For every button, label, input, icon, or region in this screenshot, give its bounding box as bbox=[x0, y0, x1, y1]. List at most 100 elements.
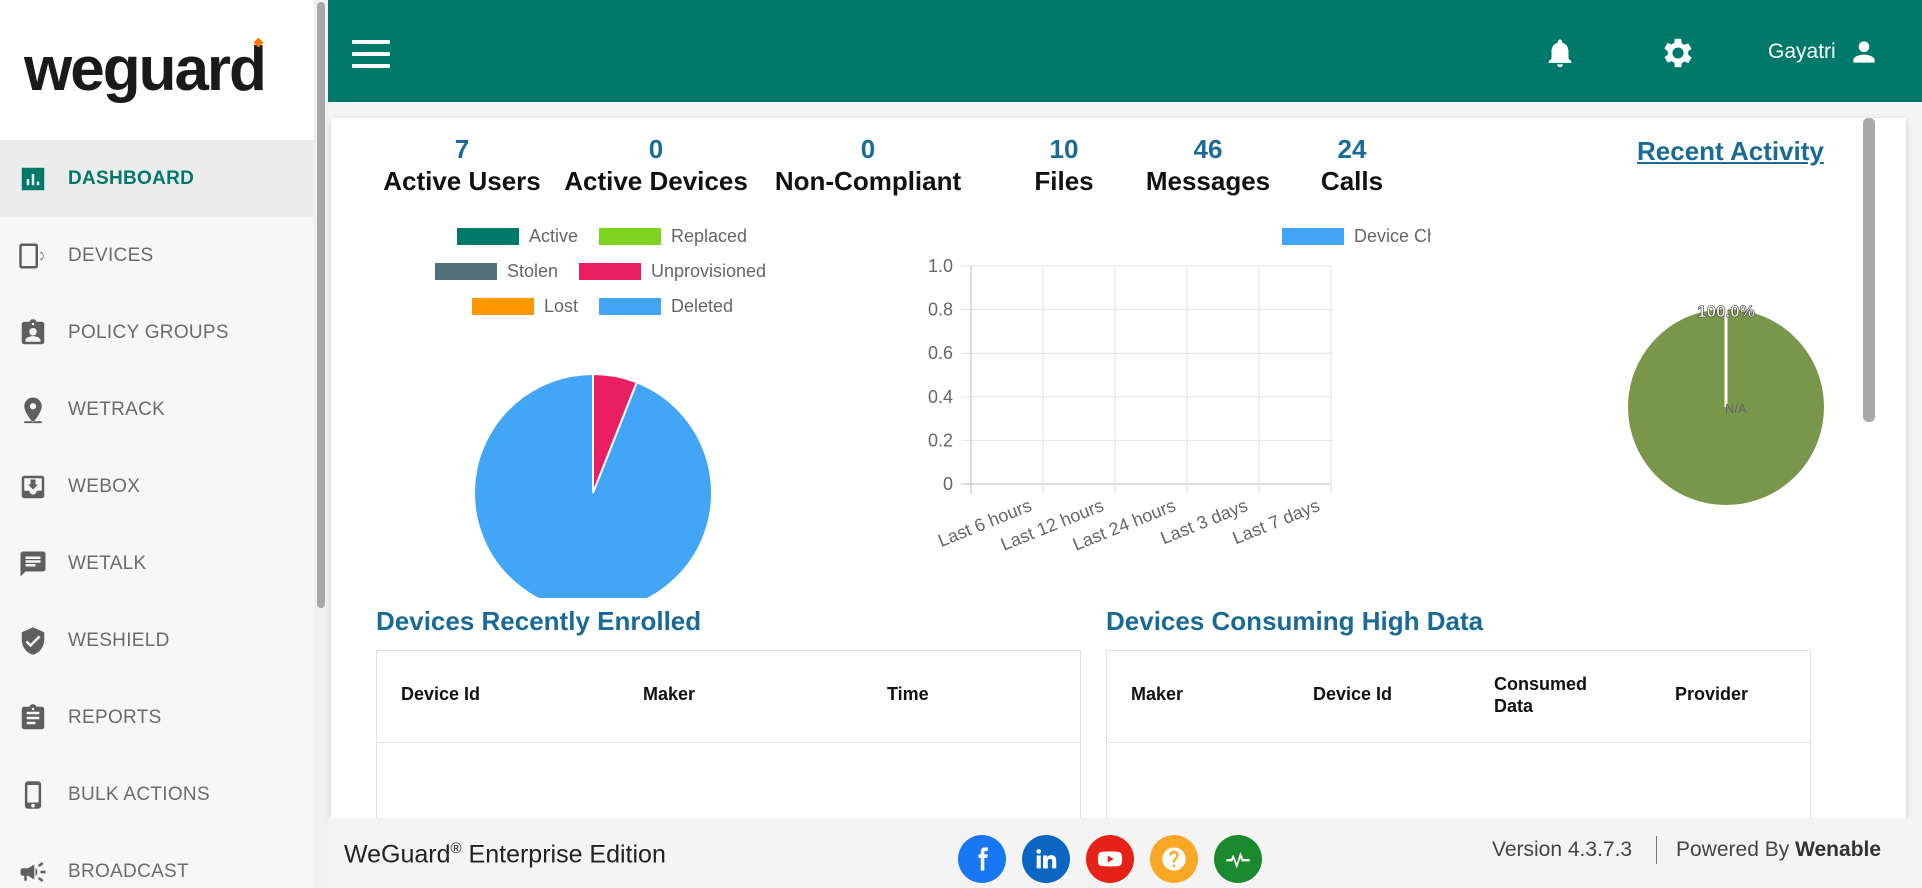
y-tick-label: 0.8 bbox=[928, 300, 953, 320]
pulse-icon[interactable] bbox=[1214, 835, 1262, 883]
help-icon[interactable] bbox=[1150, 835, 1198, 883]
column-header-consumed-data[interactable]: Consumed Data bbox=[1494, 673, 1614, 717]
legend-swatch-lost[interactable] bbox=[472, 298, 534, 315]
sidebar: weguard DASHBOARD DEVICES POLICY GROUPS bbox=[0, 0, 314, 888]
devices-consuming-high-data-table: Maker Device Id Consumed Data Provider bbox=[1106, 650, 1811, 818]
legend-swatch-checkins[interactable] bbox=[1282, 228, 1344, 245]
stat-label: Active Devices bbox=[564, 166, 748, 196]
sidebar-item-dashboard[interactable]: DASHBOARD bbox=[0, 140, 314, 217]
stat-value: 10 bbox=[1049, 134, 1079, 164]
sidebar-item-label: REPORTS bbox=[68, 706, 162, 728]
notifications-bell-icon[interactable] bbox=[1543, 36, 1577, 70]
legend-label-lost[interactable]: Lost bbox=[544, 296, 578, 316]
device-checkins-bar-chart: Device Checkins (In %) 1.00.80.60.40.20 … bbox=[928, 226, 1431, 555]
stat-active-users[interactable]: 7 Active Users bbox=[382, 136, 542, 197]
y-tick-label: 0.6 bbox=[928, 343, 953, 363]
stat-label: Active Users bbox=[383, 166, 541, 196]
version-text: Version 4.3.7.3 bbox=[1492, 838, 1633, 861]
sidebar-item-wetrack[interactable]: WETRACK bbox=[0, 371, 314, 448]
legend-swatch-active[interactable] bbox=[457, 228, 519, 245]
legend-label-deleted[interactable]: Deleted bbox=[671, 296, 733, 316]
legend-swatch-replaced[interactable] bbox=[599, 228, 661, 245]
user-avatar-icon bbox=[1848, 36, 1880, 68]
main-scroll-thumb[interactable] bbox=[1863, 118, 1875, 422]
stat-messages[interactable]: 46 Messages bbox=[1143, 136, 1273, 197]
sidebar-item-broadcast[interactable]: BROADCAST bbox=[0, 833, 314, 888]
sidebar-item-label: WESHIELD bbox=[68, 629, 170, 651]
device-status-pie-chart: Active Replaced Stolen Unprovisioned Los… bbox=[435, 226, 766, 598]
stat-active-devices[interactable]: 0 Active Devices bbox=[561, 136, 751, 197]
pie-legend: Active Replaced Stolen Unprovisioned Los… bbox=[435, 226, 766, 316]
stat-value: 7 bbox=[454, 134, 470, 164]
table-header-row: Device Id Maker Time bbox=[377, 651, 1080, 743]
sidebar-scroll-thumb[interactable] bbox=[317, 2, 325, 608]
legend-label-stolen[interactable]: Stolen bbox=[507, 261, 558, 281]
user-menu[interactable]: Gayatri bbox=[1768, 36, 1880, 68]
sidebar-item-label: BROADCAST bbox=[68, 860, 189, 882]
sidebar-item-wetalk[interactable]: WETALK bbox=[0, 525, 314, 602]
sidebar-nav: DASHBOARD DEVICES POLICY GROUPS WETRACK … bbox=[0, 140, 314, 888]
legend-label-replaced[interactable]: Replaced bbox=[671, 226, 747, 246]
column-header-provider[interactable]: Provider bbox=[1675, 683, 1748, 705]
megaphone-icon bbox=[18, 857, 48, 887]
legend-label-checkins[interactable]: Device Checkins (In %) bbox=[1354, 226, 1431, 246]
dashboard-icon bbox=[18, 164, 48, 194]
stat-files[interactable]: 10 Files bbox=[1014, 136, 1114, 197]
column-header-time[interactable]: Time bbox=[887, 683, 929, 705]
phone-icon bbox=[18, 780, 48, 810]
stat-label: Non-Compliant bbox=[774, 166, 962, 196]
sidebar-item-policy-groups[interactable]: POLICY GROUPS bbox=[0, 294, 314, 371]
user-name: Gayatri bbox=[1768, 40, 1836, 63]
stat-calls[interactable]: 24 Calls bbox=[1302, 136, 1402, 197]
weguard-logo[interactable]: weguard bbox=[24, 37, 267, 101]
legend-swatch-unprovisioned[interactable] bbox=[579, 263, 641, 280]
facebook-icon[interactable] bbox=[958, 835, 1006, 883]
legend-label-unprovisioned[interactable]: Unprovisioned bbox=[651, 261, 766, 281]
dashboard-card: 7 Active Users 0 Active Devices 0 Non-Co… bbox=[331, 118, 1906, 818]
devices-recently-enrolled-title: Devices Recently Enrolled bbox=[376, 606, 702, 636]
youtube-icon[interactable] bbox=[1086, 835, 1134, 883]
sidebar-item-webox[interactable]: WEBOX bbox=[0, 448, 314, 525]
pie-slices bbox=[473, 372, 713, 598]
stat-label: Files bbox=[1034, 166, 1094, 196]
devices-recently-enrolled-table: Device Id Maker Time bbox=[376, 650, 1081, 818]
legend-swatch-stolen[interactable] bbox=[435, 263, 497, 280]
legend-dot-na[interactable] bbox=[1705, 401, 1719, 415]
sidebar-item-label: WETRACK bbox=[68, 398, 166, 420]
linkedin-icon[interactable] bbox=[1022, 835, 1070, 883]
legend-label-na[interactable]: N/A bbox=[1725, 401, 1747, 416]
sidebar-item-reports[interactable]: REPORTS bbox=[0, 679, 314, 756]
location-pin-icon bbox=[18, 395, 48, 425]
recent-activity-pie-chart: 100.0% N/A bbox=[1626, 302, 1826, 507]
pie-slice-deleted[interactable] bbox=[473, 372, 713, 598]
stat-non-compliant[interactable]: 0 Non-Compliant bbox=[768, 136, 968, 197]
column-header-device-id[interactable]: Device Id bbox=[1313, 683, 1392, 705]
menu-toggle-button[interactable] bbox=[352, 40, 390, 68]
sidebar-item-weshield[interactable]: WESHIELD bbox=[0, 602, 314, 679]
shield-icon bbox=[18, 626, 48, 656]
sidebar-scrollbar[interactable] bbox=[314, 0, 328, 888]
footer: WeGuard® Enterprise Edition Version 4.3.… bbox=[328, 818, 1922, 888]
legend-label-active[interactable]: Active bbox=[529, 226, 578, 246]
sidebar-item-label: WETALK bbox=[68, 552, 147, 574]
y-tick-label: 0.2 bbox=[928, 430, 953, 450]
y-tick-label: 0.4 bbox=[928, 387, 953, 407]
recent-activity-link[interactable]: Recent Activity bbox=[1637, 136, 1824, 167]
stat-label: Messages bbox=[1145, 166, 1271, 196]
footer-divider bbox=[1656, 836, 1657, 864]
y-tick-label: 1.0 bbox=[928, 256, 953, 276]
settings-gear-icon[interactable] bbox=[1659, 34, 1697, 72]
sidebar-item-bulk-actions[interactable]: BULK ACTIONS bbox=[0, 756, 314, 833]
clipboard-icon bbox=[18, 703, 48, 733]
top-app-bar: Gayatri bbox=[328, 0, 1922, 102]
stat-value: 0 bbox=[648, 134, 664, 164]
pie-percent-label: 100.0% bbox=[1697, 302, 1755, 321]
column-header-maker[interactable]: Maker bbox=[643, 683, 695, 705]
column-header-device-id[interactable]: Device Id bbox=[401, 683, 480, 705]
sidebar-item-label: WEBOX bbox=[68, 475, 141, 497]
column-header-maker[interactable]: Maker bbox=[1131, 683, 1183, 705]
legend-swatch-deleted[interactable] bbox=[599, 298, 661, 315]
chat-icon bbox=[18, 549, 48, 579]
stat-value: 0 bbox=[860, 134, 876, 164]
sidebar-item-devices[interactable]: DEVICES bbox=[0, 217, 314, 294]
